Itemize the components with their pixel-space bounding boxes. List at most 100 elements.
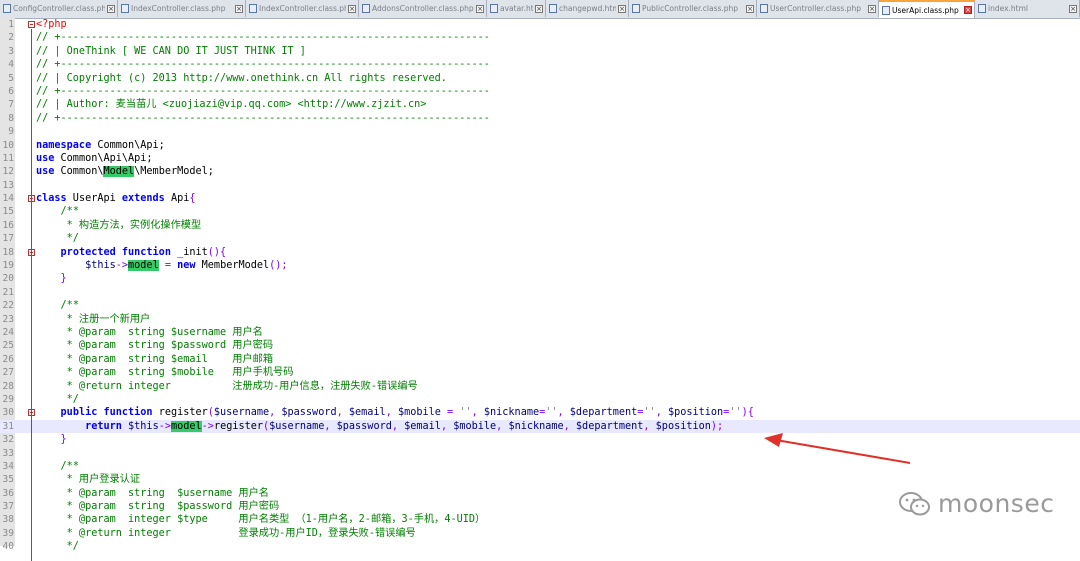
code-area[interactable]: 1 <?php 2 // +-----------------------------… (0, 18, 1080, 554)
tab-label: IndexController.class.php (131, 4, 226, 13)
code-text: return $this->model->register($username,… (85, 420, 724, 432)
code-text: * @param string $email 用户邮箱 (36, 353, 274, 365)
file-icon (978, 4, 986, 13)
file-icon (632, 4, 640, 13)
tab-label: avatar.html (500, 4, 533, 13)
line-number: 32 (2, 434, 14, 446)
close-icon[interactable]: × (618, 4, 626, 13)
code-line[interactable]: 20 } (0, 272, 1080, 285)
tab-0[interactable]: ConfigController.class.php × (0, 0, 118, 17)
line-number: 14 (2, 193, 14, 205)
code-line[interactable]: 24 * @param string $username 用户名 (0, 326, 1080, 339)
file-icon (490, 4, 498, 13)
tab-2[interactable]: IndexController.class.php × (246, 0, 359, 17)
code-line[interactable]: 7 // | Author: 麦当苗儿 <zuojiazi@vip.qq.com>… (0, 98, 1080, 111)
code-text: /** (60, 460, 79, 472)
code-text: * @param string $username 用户名 (36, 487, 269, 499)
code-line[interactable]: 19 $this->model = new MemberModel(); (0, 259, 1080, 272)
tab-label: PublicController.class.php (642, 4, 739, 13)
line-number: 26 (2, 353, 14, 365)
code-line[interactable]: 33 (0, 447, 1080, 460)
tab-3[interactable]: AddonsController.class.php × (359, 0, 487, 17)
tab-label: AddonsController.class.php (372, 4, 474, 13)
code-line[interactable]: 40 */ (0, 540, 1080, 553)
code-line[interactable]: 32 } (0, 433, 1080, 446)
watermark-text: moonsec (938, 489, 1055, 518)
code-line[interactable]: 1 <?php (0, 18, 1080, 31)
code-line[interactable]: 14 class UserApi extends Api{ (0, 192, 1080, 205)
code-line[interactable]: 35 * 用户登录认证 (0, 473, 1080, 486)
code-line[interactable]: 30 public function register($username, $… (0, 406, 1080, 419)
code-text: // | Copyright (c) 2013 http://www.oneth… (36, 72, 447, 84)
code-line[interactable]: 39 * @return integer 登录成功-用户ID，登录失败-错误编号 (0, 527, 1080, 540)
code-line[interactable]: 15 /** (0, 205, 1080, 218)
code-line[interactable]: 25 * @param string $password 用户密码 (0, 339, 1080, 352)
code-editor[interactable]: 1 <?php 2 // +-----------------------------… (0, 18, 1080, 561)
close-icon[interactable]: × (348, 4, 356, 13)
line-number: 27 (2, 367, 14, 379)
code-line[interactable]: 3 // | OneThink [ WE CAN DO IT JUST THINK… (0, 45, 1080, 58)
line-number: 1 (8, 19, 14, 30)
code-line[interactable]: 21 (0, 286, 1080, 299)
code-text: } (60, 434, 67, 446)
code-line[interactable]: 18 protected function _init(){ (0, 246, 1080, 259)
tab-9[interactable]: index.html × (975, 0, 1080, 17)
code-text: use Common\Model\MemberModel; (36, 166, 214, 178)
code-text: /** (60, 206, 79, 218)
code-line[interactable]: 26 * @param string $email 用户邮箱 (0, 353, 1080, 366)
close-icon[interactable]: × (535, 4, 543, 13)
code-text: // | Author: 麦当苗儿 <zuojiazi@vip.qq.com> … (36, 99, 427, 111)
code-line[interactable]: 9 (0, 125, 1080, 138)
code-line[interactable]: 2 // +-----------------------------------… (0, 31, 1080, 44)
tab-7[interactable]: UserController.class.php × (757, 0, 879, 17)
line-number: 11 (2, 152, 14, 164)
code-line[interactable]: 5 // | Copyright (c) 2013 http://www.onet… (0, 72, 1080, 85)
code-text: * @param string $username 用户名 (36, 326, 263, 338)
tab-4[interactable]: avatar.html× (487, 0, 546, 17)
code-text: public function register($username, $pas… (60, 407, 754, 419)
fold-guide (31, 256, 32, 280)
code-line[interactable]: 17 */ (0, 232, 1080, 245)
line-number: 31 (2, 420, 14, 432)
close-icon[interactable]: × (868, 4, 876, 13)
tab-5[interactable]: changepwd.html × (546, 0, 629, 17)
close-icon[interactable]: × (964, 6, 972, 14)
line-number: 4 (8, 59, 14, 71)
code-line[interactable]: 11 use Common\Api\Api; (0, 152, 1080, 165)
code-line[interactable]: 23 * 注册一个新用户 (0, 313, 1080, 326)
code-line[interactable]: 16 * 构造方法，实例化操作模型 (0, 219, 1080, 232)
code-line[interactable]: 31 return $this->model->register($userna… (0, 419, 1080, 434)
code-text: <?php (36, 19, 67, 30)
code-text: * @return integer 登录成功-用户ID，登录失败-错误编号 (36, 527, 416, 539)
code-line[interactable]: 27 * @param string $mobile 用户手机号码 (0, 366, 1080, 379)
line-number: 7 (8, 99, 14, 111)
line-number: 5 (8, 72, 14, 84)
code-line[interactable]: 10 namespace Common\Api; (0, 139, 1080, 152)
line-number: 16 (2, 219, 14, 231)
file-icon (549, 4, 557, 13)
line-number: 19 (2, 260, 14, 272)
line-number: 33 (2, 447, 14, 459)
line-number: 28 (2, 380, 14, 392)
code-line[interactable]: 12 use Common\Model\MemberModel; (0, 165, 1080, 178)
fold-toggle-icon[interactable] (28, 21, 35, 28)
code-line[interactable]: 6 // +-----------------------------------… (0, 85, 1080, 98)
close-icon[interactable]: × (1069, 4, 1077, 13)
close-icon[interactable]: × (476, 4, 484, 13)
code-line[interactable]: 34 /** (0, 460, 1080, 473)
code-line[interactable]: 29 */ (0, 393, 1080, 406)
close-icon[interactable]: × (746, 4, 754, 13)
code-text: // +------------------------------------… (36, 32, 490, 44)
code-line[interactable]: 8 // +-----------------------------------… (0, 112, 1080, 125)
code-line[interactable]: 22 /** (0, 299, 1080, 312)
code-text: * @param integer $type 用户名类型 （1-用户名，2-邮箱… (36, 514, 486, 526)
tab-1[interactable]: IndexController.class.php × (118, 0, 246, 17)
tab-8[interactable]: UserApi.class.php × (879, 0, 975, 18)
code-line[interactable]: 28 * @return integer 注册成功-用户信息，注册失败-错误编号 (0, 380, 1080, 393)
close-icon[interactable]: × (235, 4, 243, 13)
code-text: protected function _init(){ (60, 246, 227, 258)
tab-6[interactable]: PublicController.class.php × (629, 0, 757, 17)
code-line[interactable]: 4 // +-----------------------------------… (0, 58, 1080, 71)
code-line[interactable]: 13 (0, 179, 1080, 192)
close-icon[interactable]: × (107, 4, 115, 13)
